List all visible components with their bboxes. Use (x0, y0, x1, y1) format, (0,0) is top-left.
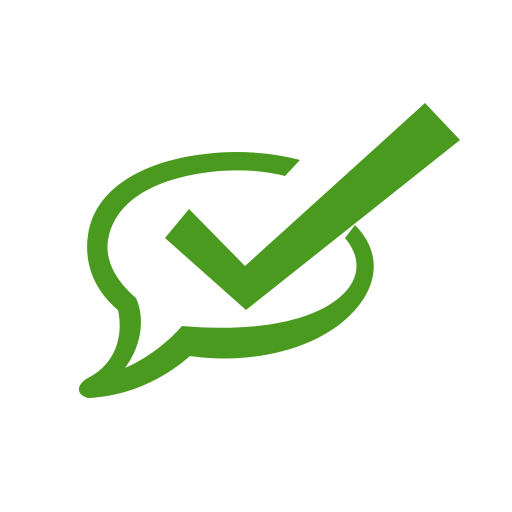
speech-bubble-checkmark-icon (78, 103, 460, 398)
checkmark (165, 103, 460, 310)
icon-canvas (0, 0, 512, 512)
